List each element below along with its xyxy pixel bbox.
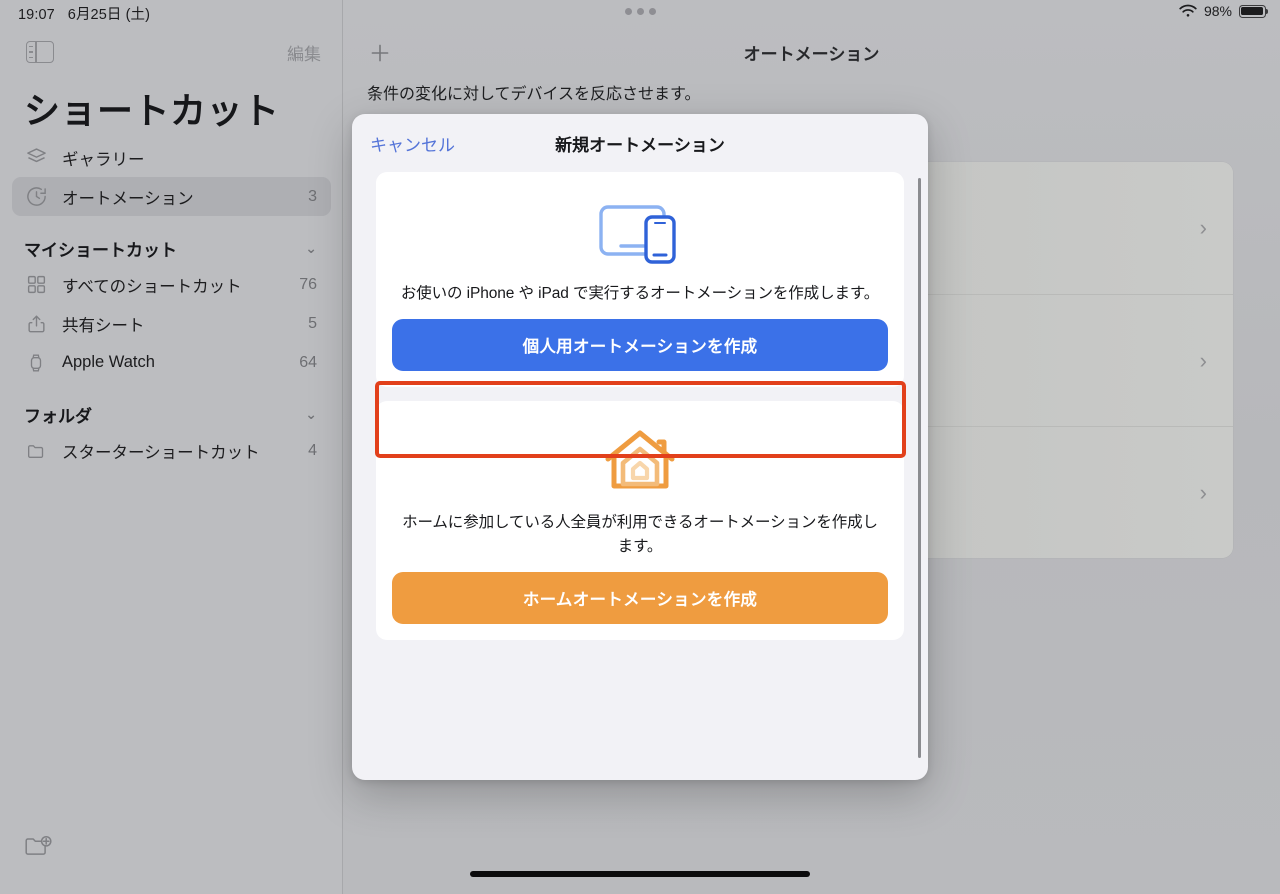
chevron-right-icon: › — [1199, 347, 1207, 373]
modal-scroll-area: お使いの iPhone や iPad で実行するオートメーションを作成します。 … — [352, 172, 928, 780]
sidebar-group-folders[interactable]: フォルダ ⌄ — [12, 402, 331, 427]
sidebar-item-label: オートメーション — [62, 189, 194, 208]
automation-clock-icon — [24, 185, 48, 209]
sidebar-item-label: Apple Watch — [62, 353, 155, 371]
home-automation-description: ホームに参加している人全員が利用できるオートメーションを作成します。 — [402, 514, 878, 555]
sidebar-item-count: 5 — [308, 314, 317, 332]
sidebar-item-gallery[interactable]: ギャラリー — [12, 138, 331, 177]
sidebar-top-row: 編集 — [0, 35, 343, 69]
sidebar-item-share-sheet[interactable]: 共有シート 5 — [12, 304, 331, 343]
sidebar-group-title: マイショートカット — [24, 241, 177, 260]
cancel-button[interactable]: キャンセル — [370, 131, 455, 156]
sidebar-item-all-shortcuts[interactable]: すべてのショートカット 76 — [12, 265, 331, 304]
sidebar-edit-button[interactable]: 編集 — [287, 40, 321, 65]
sidebar-item-label: すべてのショートカット — [62, 277, 242, 296]
personal-automation-card: お使いの iPhone や iPad で実行するオートメーションを作成します。 … — [376, 172, 904, 388]
folder-icon — [24, 439, 48, 463]
modal-navbar: キャンセル 新規オートメーション — [352, 114, 928, 172]
home-automation-card: ホームに参加している人全員が利用できるオートメーションを作成します。 ホームオー… — [376, 401, 904, 640]
share-icon — [24, 312, 48, 336]
ipad-iphone-icon — [392, 190, 888, 276]
sidebar-item-automation[interactable]: オートメーション 3 — [12, 177, 331, 216]
sidebar-toggle-icon[interactable] — [26, 41, 54, 63]
personal-automation-description: お使いの iPhone や iPad で実行するオートメーションを作成します。 — [400, 285, 880, 302]
grid-icon — [24, 273, 48, 297]
modal-scrollbar[interactable] — [917, 178, 921, 758]
sidebar: 編集 ショートカット ギャラリー オートメーション 3 マイショートカット ⌄ … — [0, 0, 343, 894]
chevron-down-icon[interactable]: ⌄ — [305, 240, 317, 257]
sidebar-item-apple-watch[interactable]: Apple Watch 64 — [12, 343, 331, 382]
sidebar-item-label: 共有シート — [62, 316, 145, 335]
sidebar-item-label: スターターショートカット — [62, 443, 260, 462]
sidebar-group-title: フォルダ — [24, 407, 92, 426]
new-automation-modal: キャンセル 新規オートメーション お使いの iPhone や iPad で実行す… — [352, 114, 928, 780]
chevron-down-icon[interactable]: ⌄ — [305, 406, 317, 423]
sidebar-item-count: 64 — [299, 353, 317, 371]
app-title: ショートカット — [24, 90, 280, 131]
create-home-automation-button[interactable]: ホームオートメーションを作成 — [392, 571, 888, 624]
home-house-icon — [392, 419, 888, 505]
sidebar-item-count: 3 — [308, 187, 317, 205]
page-title: オートメーション — [743, 45, 880, 64]
chevron-right-icon: › — [1199, 215, 1207, 240]
sidebar-item-starter-shortcuts[interactable]: スターターショートカット 4 — [12, 431, 331, 470]
ipad-screen: 編集 ショートカット ギャラリー オートメーション 3 マイショートカット ⌄ … — [0, 0, 1280, 894]
sidebar-group-my-shortcuts[interactable]: マイショートカット ⌄ — [12, 236, 331, 261]
home-indicator — [470, 871, 810, 877]
chevron-right-icon: › — [1199, 479, 1207, 505]
gallery-icon — [24, 146, 48, 170]
create-personal-automation-button[interactable]: 個人用オートメーションを作成 — [392, 319, 888, 372]
page-subtitle: 条件の変化に対してデバイスを反応させます。 — [367, 86, 701, 103]
new-folder-icon[interactable] — [24, 834, 54, 860]
sidebar-item-count: 76 — [299, 275, 317, 293]
main-toolbar: オートメーション — [343, 34, 1280, 72]
sidebar-list: ギャラリー オートメーション 3 マイショートカット ⌄ すべてのショートカット… — [0, 138, 343, 470]
sidebar-item-count: 4 — [308, 441, 317, 459]
watch-icon — [24, 351, 48, 375]
sidebar-item-label: ギャラリー — [62, 150, 145, 169]
